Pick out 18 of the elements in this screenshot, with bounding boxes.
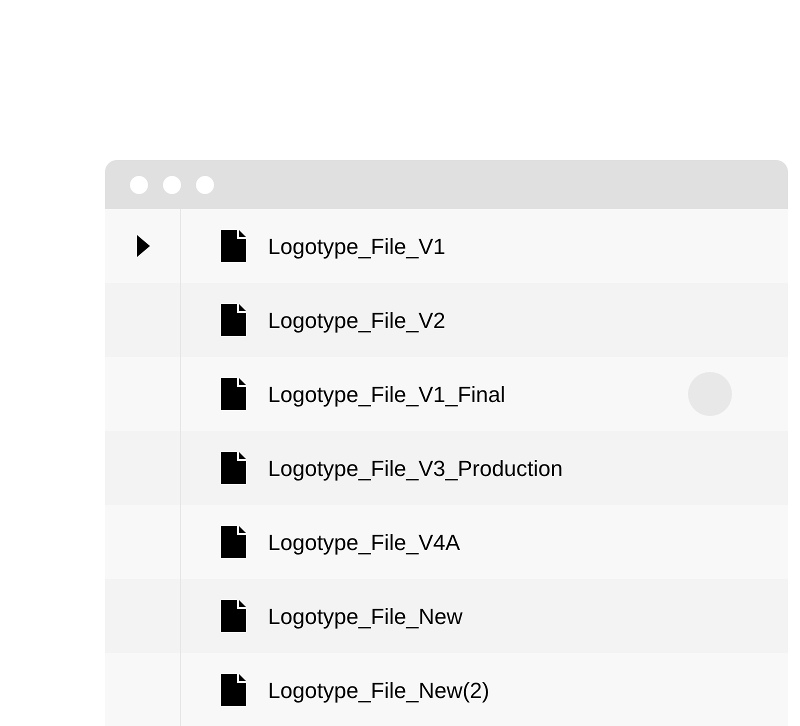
document-icon	[221, 600, 246, 632]
file-name: Logotype_File_V2	[268, 306, 446, 335]
file-row[interactable]: Logotype_File_V3_Production	[105, 431, 788, 505]
file-row[interactable]: Logotype_File_New	[105, 579, 788, 653]
document-icon	[221, 230, 246, 262]
document-icon	[221, 304, 246, 336]
document-icon	[221, 378, 246, 410]
file-name: Logotype_File_New(2)	[268, 676, 490, 705]
document-icon	[221, 674, 246, 706]
file-name: Logotype_File_V1_Final	[268, 380, 506, 409]
file-name: Logotype_File_New	[268, 602, 462, 631]
document-icon	[221, 526, 246, 558]
file-name: Logotype_File_V1	[268, 232, 446, 261]
file-row[interactable]: Logotype_File_V2	[105, 283, 788, 357]
file-name: Logotype_File_V3_Production	[268, 454, 563, 483]
file-name: Logotype_File_V4A	[268, 528, 460, 557]
play-arrow-icon	[137, 235, 150, 257]
document-icon	[221, 452, 246, 484]
